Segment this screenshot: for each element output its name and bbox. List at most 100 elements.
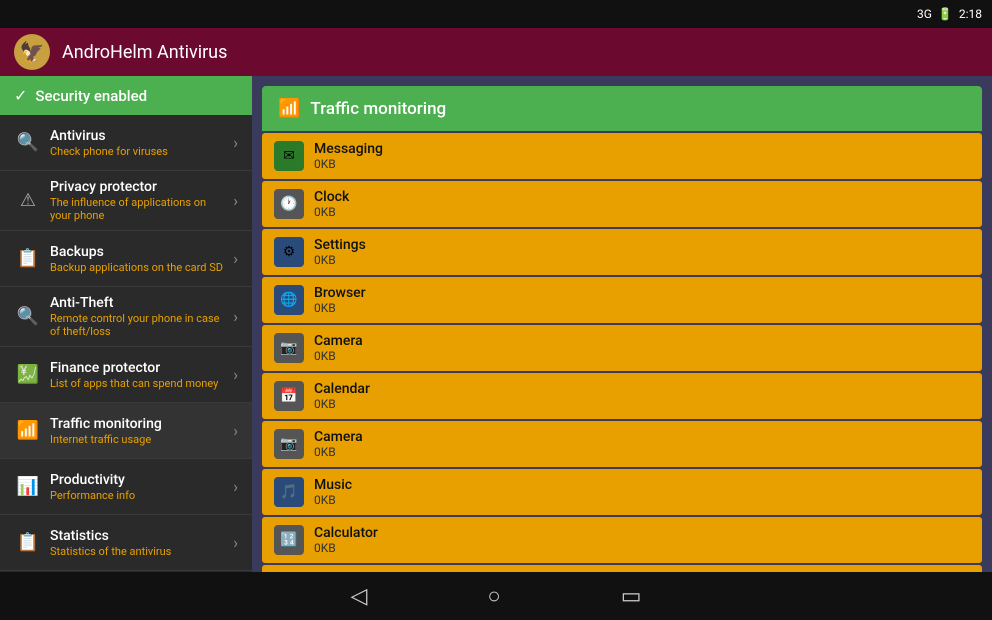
chevron-icon: › <box>233 307 238 326</box>
app-name: Messaging <box>314 141 970 157</box>
app-icon: ⚙ <box>274 237 304 267</box>
sidebar-item-antitheft[interactable]: 🔍 Anti-Theft Remote control your phone i… <box>0 287 252 347</box>
recent-apps-button[interactable]: ▭ <box>621 584 642 609</box>
network-indicator: 3G <box>917 7 932 21</box>
back-button[interactable]: ◁ <box>350 584 367 609</box>
app-icon: 🎵 <box>274 477 304 507</box>
traffic-monitoring-title: Traffic monitoring <box>310 99 446 119</box>
wifi-icon: 📶 <box>278 98 300 119</box>
sidebar-item-title-antivirus: Antivirus <box>50 128 225 144</box>
sidebar-item-privacy[interactable]: ⚠ Privacy protector The influence of app… <box>0 171 252 231</box>
app-icon: 🌐 <box>274 285 304 315</box>
sidebar-item-subtitle-antivirus: Check phone for viruses <box>50 145 225 158</box>
battery-indicator: 🔋 <box>938 7 953 21</box>
chevron-icon: › <box>233 133 238 152</box>
sidebar-item-traffic[interactable]: 📶 Traffic monitoring Internet traffic us… <box>0 403 252 459</box>
app-size: 0KB <box>314 445 970 459</box>
antitheft-icon: 🔍 <box>14 306 42 327</box>
sidebar-item-title-finance: Finance protector <box>50 360 225 376</box>
sidebar-item-subtitle-privacy: The influence of applications on your ph… <box>50 196 225 222</box>
backups-icon: 📋 <box>14 248 42 269</box>
app-size: 0KB <box>314 157 970 171</box>
app-name: Settings <box>314 237 970 253</box>
antivirus-icon: 🔍 <box>14 132 42 153</box>
app-icon: 📷 <box>274 333 304 363</box>
sidebar-item-subtitle-finance: List of apps that can spend money <box>50 377 225 390</box>
app-name: Calendar <box>314 381 970 397</box>
app-name: Calculator <box>314 525 970 541</box>
app-size: 0KB <box>314 301 970 315</box>
time-display: 2:18 <box>959 7 982 21</box>
app-list-item[interactable]: 📅 Calendar 0KB <box>262 373 982 419</box>
sidebar-item-title-traffic: Traffic monitoring <box>50 416 225 432</box>
sidebar-item-statistics[interactable]: 📋 Statistics Statistics of the antivirus… <box>0 515 252 571</box>
app-size: 0KB <box>314 397 970 411</box>
sidebar-items: 🔍 Antivirus Check phone for viruses › ⚠ … <box>0 115 252 572</box>
app-logo: 🦅 <box>14 34 50 70</box>
right-panel: 📶 Traffic monitoring ✉ Messaging 0KB 🕐 C… <box>252 76 992 572</box>
logo-icon: 🦅 <box>20 40 45 64</box>
sidebar-item-title-productivity: Productivity <box>50 472 225 488</box>
app-list-item[interactable]: 📷 Camera 0KB <box>262 421 982 467</box>
security-status-bar: ✓ Security enabled <box>0 76 252 115</box>
chevron-icon: › <box>233 191 238 210</box>
traffic-icon: 📶 <box>14 420 42 441</box>
app-size: 0KB <box>314 349 970 363</box>
productivity-icon: 📊 <box>14 476 42 497</box>
home-button[interactable]: ○ <box>487 583 500 609</box>
statistics-icon: 📋 <box>14 532 42 553</box>
app-list-item[interactable]: ✉ Messaging 0KB <box>262 133 982 179</box>
app-size: 0KB <box>314 541 970 555</box>
app-icon: ✉ <box>274 141 304 171</box>
finance-icon: 💹 <box>14 364 42 385</box>
chevron-icon: › <box>233 249 238 268</box>
sidebar-item-subtitle-antitheft: Remote control your phone in case of the… <box>50 312 225 338</box>
sidebar-item-title-privacy: Privacy protector <box>50 179 225 195</box>
traffic-monitoring-header: 📶 Traffic monitoring <box>262 86 982 131</box>
security-status-label: Security enabled <box>35 87 147 105</box>
app-name: Music <box>314 477 970 493</box>
chevron-icon: › <box>233 477 238 496</box>
sidebar-item-antivirus[interactable]: 🔍 Antivirus Check phone for viruses › <box>0 115 252 171</box>
app-list-item[interactable]: 📷 Camera 0KB <box>262 325 982 371</box>
app-icon: 🕐 <box>274 189 304 219</box>
app-title: AndroHelm Antivirus <box>62 42 227 63</box>
app-list-item[interactable]: 🎵 Music 0KB <box>262 469 982 515</box>
bottom-navigation: ◁ ○ ▭ <box>0 572 992 620</box>
title-bar: 🦅 AndroHelm Antivirus <box>0 28 992 76</box>
chevron-icon: › <box>233 421 238 440</box>
main-content: ✓ Security enabled 🔍 Antivirus Check pho… <box>0 76 992 572</box>
app-icon: 📷 <box>274 429 304 459</box>
sidebar-item-title-statistics: Statistics <box>50 528 225 544</box>
sidebar-item-backups[interactable]: 📋 Backups Backup applications on the car… <box>0 231 252 287</box>
sidebar-item-subtitle-statistics: Statistics of the antivirus <box>50 545 225 558</box>
app-list: ✉ Messaging 0KB 🕐 Clock 0KB ⚙ Settings 0… <box>262 133 982 572</box>
chevron-icon: › <box>233 365 238 384</box>
sidebar-item-subtitle-productivity: Performance info <box>50 489 225 502</box>
app-size: 0KB <box>314 493 970 507</box>
sidebar-item-title-antitheft: Anti-Theft <box>50 295 225 311</box>
sidebar-item-subtitle-traffic: Internet traffic usage <box>50 433 225 446</box>
sidebar-item-title-backups: Backups <box>50 244 225 260</box>
app-name: Camera <box>314 333 970 349</box>
sidebar-item-productivity[interactable]: 📊 Productivity Performance info › <box>0 459 252 515</box>
app-list-item[interactable]: 🕐 Clock 0KB <box>262 181 982 227</box>
app-size: 0KB <box>314 253 970 267</box>
app-list-item[interactable]: 👤 Contacts 0KB <box>262 565 982 572</box>
app-list-item[interactable]: ⚙ Settings 0KB <box>262 229 982 275</box>
sidebar: ✓ Security enabled 🔍 Antivirus Check pho… <box>0 76 252 572</box>
sidebar-item-subtitle-backups: Backup applications on the card SD <box>50 261 225 274</box>
sidebar-item-finance[interactable]: 💹 Finance protector List of apps that ca… <box>0 347 252 403</box>
status-bar: 3G 🔋 2:18 <box>0 0 992 28</box>
app-list-item[interactable]: 🌐 Browser 0KB <box>262 277 982 323</box>
app-size: 0KB <box>314 205 970 219</box>
app-icon: 🔢 <box>274 525 304 555</box>
check-icon: ✓ <box>14 86 27 105</box>
app-name: Browser <box>314 285 970 301</box>
app-name: Camera <box>314 429 970 445</box>
app-icon: 📅 <box>274 381 304 411</box>
app-name: Clock <box>314 189 970 205</box>
app-list-item[interactable]: 🔢 Calculator 0KB <box>262 517 982 563</box>
privacy-icon: ⚠ <box>14 190 42 211</box>
chevron-icon: › <box>233 533 238 552</box>
